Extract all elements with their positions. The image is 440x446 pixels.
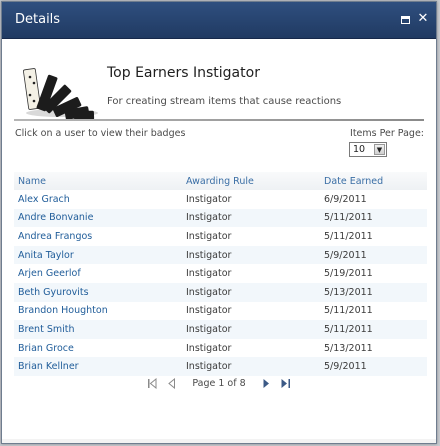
user-name-link[interactable]: Brandon Houghton [14, 302, 182, 321]
table-row: Arjen Geerlof Instigator 5/19/2011 [14, 264, 427, 283]
column-header-name[interactable]: Name [14, 172, 182, 190]
table-row: Brian Groce Instigator 5/13/2011 [14, 339, 427, 358]
awarding-rule-cell: Instigator [186, 342, 232, 354]
awarding-rule-cell: Instigator [182, 208, 320, 228]
user-name-link[interactable]: Beth Gyurovits [14, 282, 182, 302]
user-name-link[interactable]: Andrea Frangos [14, 227, 182, 246]
dialog-content: Top Earners Instigator For creating stre… [2, 39, 436, 443]
earners-table: Name Awarding Rule Date Earned Alex Grac… [14, 172, 427, 376]
awarding-rule-cell: Instigator [182, 245, 320, 265]
last-page-icon[interactable] [280, 378, 291, 389]
column-header-date-earned[interactable]: Date Earned [320, 172, 427, 190]
table-row: Alex Grach Instigator 6/9/2011 [14, 190, 427, 209]
badge-title: Top Earners Instigator [107, 65, 260, 81]
date-earned-cell: 5/19/2011 [324, 268, 373, 280]
items-per-page-select[interactable]: 10 ▼ [349, 142, 387, 157]
column-header-awarding-rule[interactable]: Awarding Rule [182, 172, 320, 190]
date-earned-cell: 5/11/2011 [320, 320, 427, 339]
chevron-down-icon[interactable]: ▼ [374, 144, 385, 155]
user-name-link[interactable]: Andre Bonvanie [14, 208, 182, 228]
awarding-rule-cell: Instigator [182, 282, 320, 302]
page-indicator: Page 1 of 8 [192, 378, 246, 389]
date-earned-cell: 5/13/2011 [324, 342, 373, 354]
header-divider [14, 119, 424, 121]
awarding-rule-cell: Instigator [186, 230, 232, 242]
close-icon[interactable]: ✕ [416, 12, 430, 26]
dialog-footer [2, 439, 436, 443]
awarding-rule-cell: Instigator [186, 193, 232, 205]
instructions-text: Click on a user to view their badges [15, 128, 186, 139]
table-row: Anita Taylor Instigator 5/9/2011 [14, 245, 427, 265]
table-row: Beth Gyurovits Instigator 5/13/2011 [14, 282, 427, 302]
dialog-titlebar[interactable]: Details ✕ [2, 2, 436, 39]
table-row: Brandon Houghton Instigator 5/11/2011 [14, 302, 427, 321]
date-earned-cell: 5/11/2011 [320, 208, 427, 228]
table-row: Andre Bonvanie Instigator 5/11/2011 [14, 208, 427, 228]
details-dialog: Details ✕ Top Earners Instigator For cre… [1, 1, 437, 444]
user-name-link[interactable]: Brent Smith [14, 320, 182, 339]
user-name-link[interactable]: Arjen Geerlof [14, 264, 182, 283]
next-page-icon[interactable] [262, 378, 271, 389]
date-earned-cell: 6/9/2011 [324, 193, 367, 205]
user-name-link[interactable]: Anita Taylor [14, 245, 182, 265]
previous-page-icon[interactable] [167, 378, 176, 389]
badge-description: For creating stream items that cause rea… [107, 96, 342, 107]
table-row: Brent Smith Instigator 5/11/2011 [14, 320, 427, 339]
user-name-link[interactable]: Brian Groce [14, 339, 182, 358]
first-page-icon[interactable] [147, 378, 158, 389]
date-earned-cell: 5/13/2011 [320, 282, 427, 302]
awarding-rule-cell: Instigator [182, 320, 320, 339]
awarding-rule-cell: Instigator [182, 357, 320, 376]
user-name-link[interactable]: Brian Kellner [14, 357, 182, 376]
table-row: Brian Kellner Instigator 5/9/2011 [14, 357, 427, 376]
awarding-rule-cell: Instigator [186, 268, 232, 280]
user-name-link[interactable]: Alex Grach [14, 190, 182, 209]
dominoes-icon [23, 68, 98, 119]
dialog-title: Details [15, 12, 61, 27]
date-earned-cell: 5/11/2011 [324, 230, 373, 242]
date-earned-cell: 5/11/2011 [324, 305, 373, 317]
pagination-bar: Page 1 of 8 [2, 378, 436, 389]
table-header-row: Name Awarding Rule Date Earned [14, 172, 427, 190]
items-per-page-value: 10 [353, 144, 366, 155]
date-earned-cell: 5/9/2011 [320, 357, 427, 376]
awarding-rule-cell: Instigator [186, 305, 232, 317]
items-per-page-label: Items Per Page: [350, 128, 424, 139]
date-earned-cell: 5/9/2011 [320, 245, 427, 265]
maximize-icon[interactable] [398, 12, 412, 26]
table-row: Andrea Frangos Instigator 5/11/2011 [14, 227, 427, 246]
